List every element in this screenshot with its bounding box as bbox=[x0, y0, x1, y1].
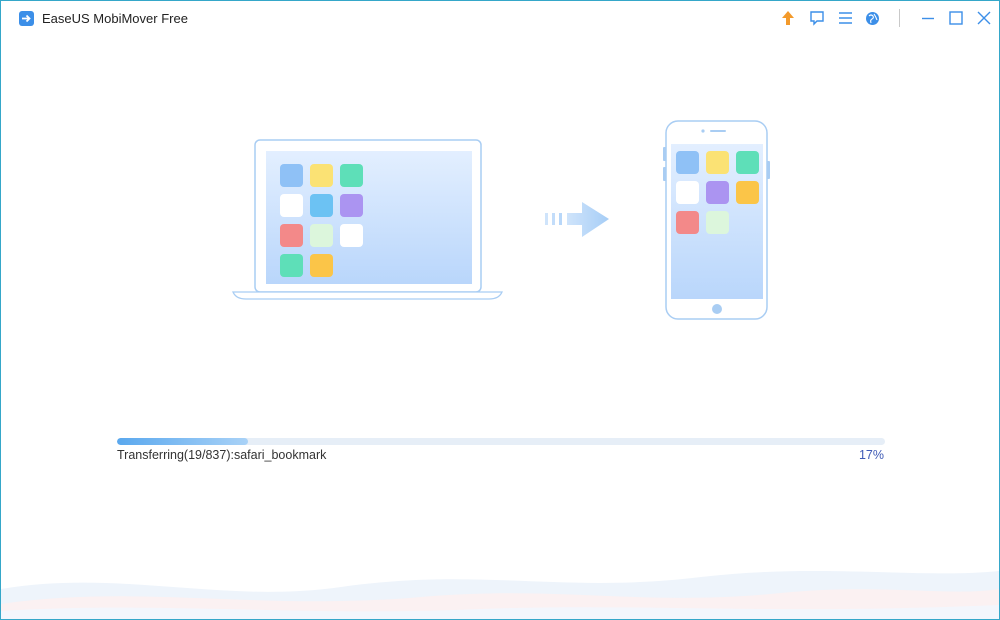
app-window: EaseUS MobiMover Free Transferring(19/83… bbox=[0, 0, 1000, 620]
transfer-progress-fill bbox=[117, 438, 248, 445]
phone-illustration bbox=[663, 120, 770, 320]
transfer-arrow-icon bbox=[545, 202, 609, 237]
decorative-wave-background bbox=[1, 571, 999, 619]
transfer-percent-text: 17% bbox=[858, 448, 884, 462]
laptop-illustration bbox=[232, 139, 503, 300]
transfer-status-text: Transferring(19/837):safari_bookmark bbox=[117, 448, 327, 462]
transfer-illustration bbox=[232, 120, 770, 320]
transfer-progress-bar bbox=[117, 438, 885, 445]
